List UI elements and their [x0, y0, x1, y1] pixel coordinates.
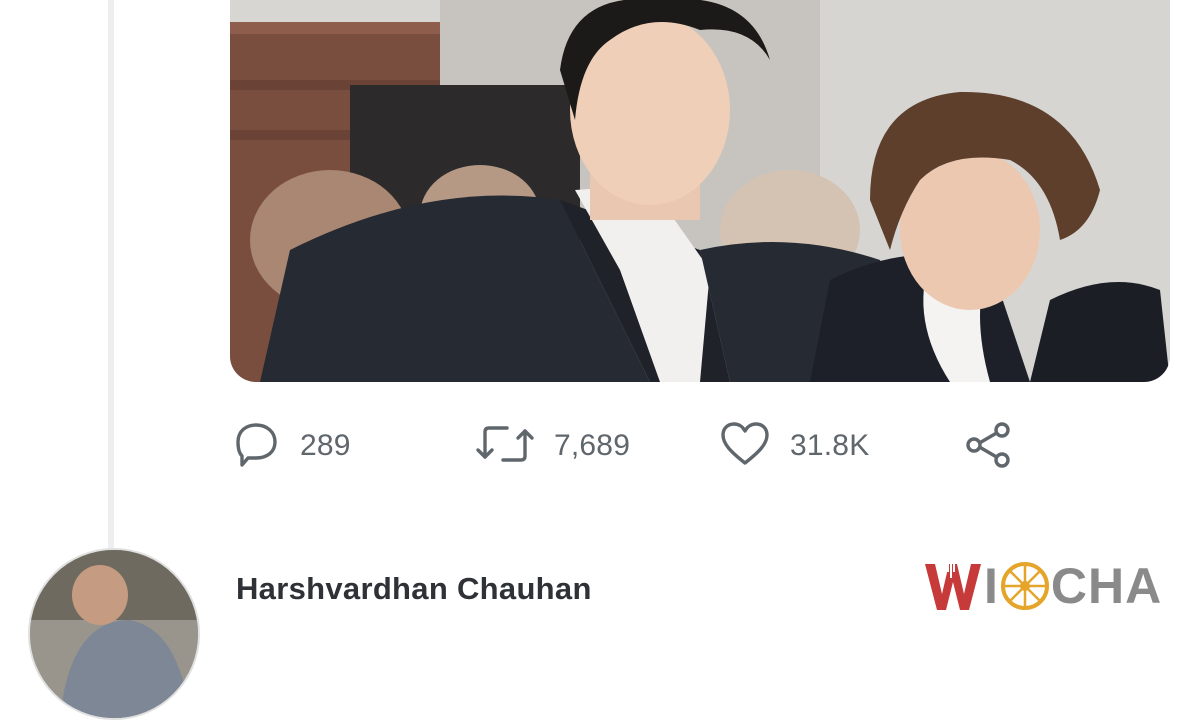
like-count: 31.8K	[790, 429, 870, 462]
watermark-letter-i: I	[984, 558, 999, 614]
avatar-photo	[30, 550, 198, 718]
wiocha-watermark-logo: I CHA	[922, 556, 1162, 616]
heart-icon	[718, 419, 772, 474]
reply-button[interactable]: 289	[230, 416, 351, 476]
share-button[interactable]	[962, 416, 1016, 476]
watermark-letters-cha: CHA	[1050, 558, 1163, 614]
retweet-button[interactable]: 7,689	[474, 416, 630, 476]
tweet-photo[interactable]	[230, 0, 1170, 382]
like-button[interactable]: 31.8K	[718, 416, 869, 476]
retweet-icon	[474, 419, 536, 474]
thread-connector-line	[108, 0, 114, 560]
comment-icon	[230, 419, 282, 474]
retweet-count: 7,689	[554, 429, 631, 462]
avatar[interactable]	[28, 548, 200, 720]
reply-author-name[interactable]: Harshvardhan Chauhan	[236, 571, 592, 607]
watermark-w-letter	[925, 560, 981, 610]
tweet-photo-graphic	[230, 0, 1170, 382]
share-icon	[962, 419, 1016, 474]
watermark-wheel-icon	[1000, 562, 1049, 610]
reply-count: 289	[300, 429, 351, 462]
